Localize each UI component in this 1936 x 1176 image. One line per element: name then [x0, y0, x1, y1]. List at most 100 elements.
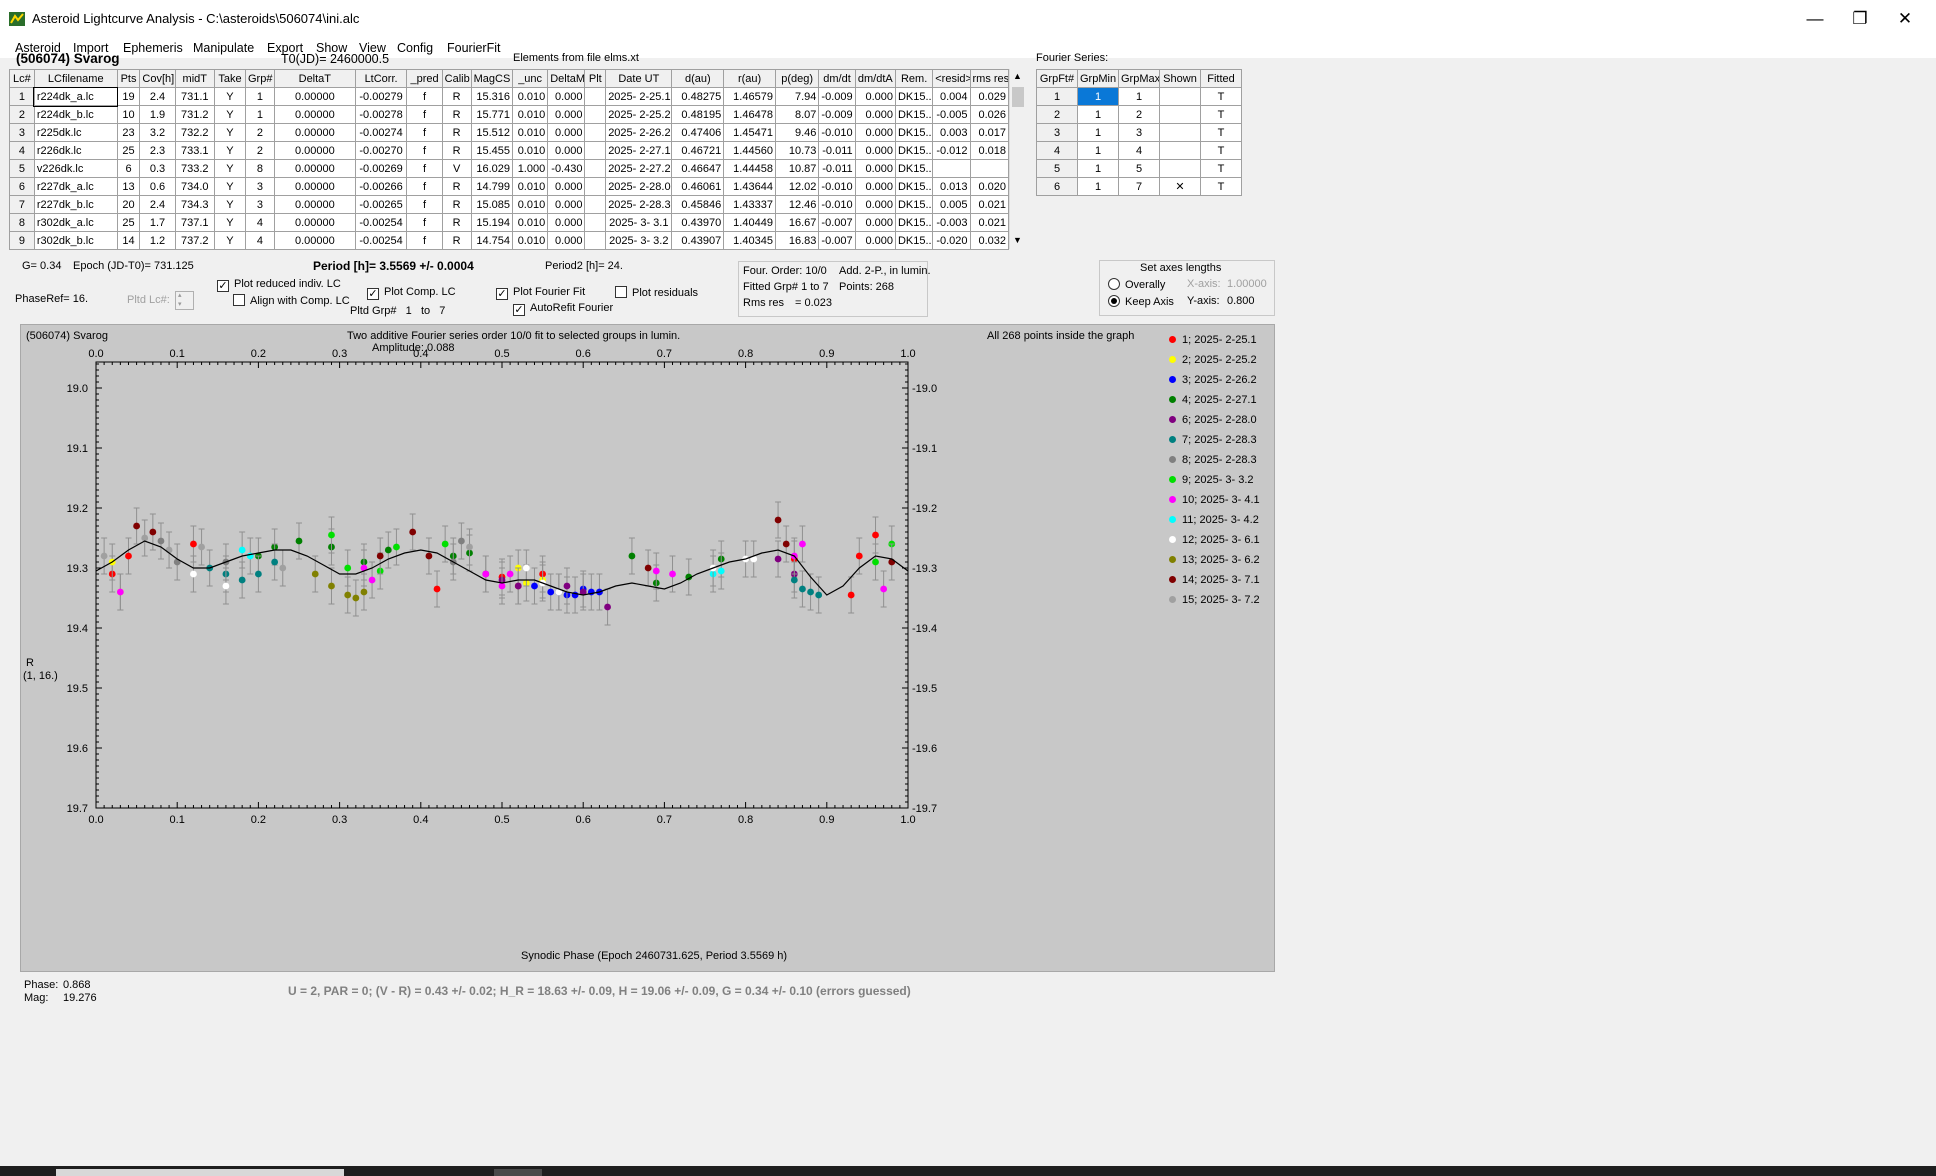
table-row[interactable]: 515 T	[1036, 159, 1242, 178]
lc-cell[interactable]: 14	[116, 231, 141, 250]
lc-cell[interactable]: 1.40345	[723, 231, 776, 250]
table-row[interactable]: 7 r227dk_b.lc 20 2.4 734.3 Y 3 0.00000 -0.00265 f…	[9, 195, 1010, 214]
lc-cell[interactable]: r227dk_b.lc	[33, 195, 118, 214]
lc-col-header[interactable]: r(au)	[723, 69, 776, 88]
lc-cell[interactable]: 2025- 3- 3.2	[605, 231, 673, 250]
fourier-cell[interactable]: 1	[1077, 105, 1119, 124]
lc-cell[interactable]: 0.000	[854, 159, 896, 178]
lc-cell[interactable]: 2.4	[139, 87, 176, 106]
lc-cell[interactable]: 10	[116, 105, 141, 124]
lc-cell[interactable]: r224dk_b.lc	[33, 105, 118, 124]
lc-cell[interactable]: 0.010	[512, 195, 549, 214]
fourier-cell[interactable]: T	[1200, 105, 1242, 124]
lc-cell[interactable]: 2025- 2-25.1	[605, 87, 673, 106]
lc-cell[interactable]: -0.020	[932, 231, 971, 250]
fourier-cell[interactable]: T	[1200, 177, 1242, 196]
lc-cell[interactable]: DK15..	[894, 105, 934, 124]
menu-manipulate[interactable]: Manipulate	[193, 41, 254, 55]
lc-cell[interactable]: -0.011	[818, 159, 856, 178]
lc-cell[interactable]: R	[441, 141, 472, 160]
lc-cell[interactable]: 10.73	[774, 141, 820, 160]
lc-cell[interactable]: f	[406, 159, 443, 178]
lc-cell[interactable]: 0.00000	[273, 177, 356, 196]
lc-cell[interactable]: r225dk.lc	[33, 123, 118, 142]
lc-col-header[interactable]: Lc#	[9, 69, 35, 88]
lc-cell[interactable]: 737.2	[174, 231, 215, 250]
lc-cell[interactable]: 0.010	[512, 177, 549, 196]
spin-down-icon[interactable]: ▾	[178, 300, 182, 308]
plot-reduced-checkbox[interactable]: ✓ Plot reduced indiv. LC	[217, 278, 341, 292]
checkbox-unchecked-icon[interactable]	[615, 286, 627, 298]
lc-cell[interactable]: Y	[213, 123, 246, 142]
menu-config[interactable]: Config	[397, 41, 433, 55]
fourier-cell[interactable]: 6	[1036, 177, 1078, 196]
fourier-col-header[interactable]: GrpMax	[1118, 69, 1160, 88]
lc-cell[interactable]: 0.47406	[671, 123, 725, 142]
fourier-cell[interactable]: 1	[1077, 177, 1119, 196]
fourier-col-header[interactable]: Shown	[1159, 69, 1201, 88]
fourier-col-header[interactable]: GrpMin	[1077, 69, 1119, 88]
fourier-cell[interactable]: 1	[1118, 87, 1160, 106]
lc-cell[interactable]: -0.00254	[354, 213, 408, 232]
lc-cell[interactable]: f	[406, 87, 443, 106]
lc-cell[interactable]: 0.46647	[671, 159, 725, 178]
lc-cell[interactable]: f	[406, 105, 443, 124]
lc-cell[interactable]: r302dk_b.lc	[33, 231, 118, 250]
lc-cell[interactable]: 1.7	[139, 213, 176, 232]
lc-cell[interactable]: 2025- 3- 3.1	[605, 213, 673, 232]
lc-cell[interactable]: DK15..	[894, 231, 934, 250]
lc-cell[interactable]: f	[406, 177, 443, 196]
lc-cell[interactable]: 0.46721	[671, 141, 725, 160]
lc-cell[interactable]: 15.512	[470, 123, 514, 142]
lc-cell[interactable]: f	[406, 231, 443, 250]
lc-col-header[interactable]: Rem.	[894, 69, 934, 88]
x-axis-value[interactable]: 1.00000	[1227, 278, 1267, 290]
lc-cell[interactable]: 1.46579	[723, 87, 776, 106]
lc-cell[interactable]: 731.2	[174, 105, 215, 124]
lc-cell[interactable]: -0.430	[547, 159, 586, 178]
lc-cell[interactable]: 15.085	[470, 195, 514, 214]
taskbar-search[interactable]	[56, 1169, 344, 1176]
lc-cell[interactable]: 0.00000	[273, 195, 356, 214]
lc-col-header[interactable]: _unc	[512, 69, 549, 88]
lc-cell[interactable]: 1.44560	[723, 141, 776, 160]
lc-col-header[interactable]: DeltaT	[273, 69, 356, 88]
lc-cell[interactable]	[969, 159, 1010, 178]
lc-cell[interactable]: -0.007	[818, 213, 856, 232]
lc-cell[interactable]: 0.00000	[273, 141, 356, 160]
lc-cell[interactable]: -0.011	[818, 141, 856, 160]
fourier-cell[interactable]: 5	[1118, 159, 1160, 178]
fourier-cell[interactable]	[1159, 141, 1201, 160]
lc-cell[interactable]: -0.007	[818, 231, 856, 250]
lc-cell[interactable]	[584, 141, 607, 160]
table-row[interactable]: 5 v226dk.lc 6 0.3 733.2 Y 8 0.00000 -0.00269 f V 16…	[9, 159, 1010, 178]
menu-fourierfit[interactable]: FourierFit	[447, 41, 500, 55]
fourier-cell[interactable]	[1159, 105, 1201, 124]
lc-col-header[interactable]: MagCS	[470, 69, 514, 88]
scroll-thumb[interactable]	[1012, 87, 1024, 107]
lc-cell[interactable]: 0.000	[854, 105, 896, 124]
table-row[interactable]: 1 r224dk_a.lc 19 2.4 731.1 Y 1 0.00000 -0.00279 f…	[9, 86, 1010, 107]
lc-cell[interactable]: 8	[244, 159, 275, 178]
lc-cell[interactable]: 1	[244, 105, 275, 124]
lc-cell[interactable]: 9	[9, 231, 35, 250]
lc-cell[interactable]: 0.000	[854, 177, 896, 196]
table-row[interactable]: 212 T	[1036, 105, 1242, 124]
lc-cell[interactable]: 2025- 2-27.2	[605, 159, 673, 178]
lc-cell[interactable]: 732.2	[174, 123, 215, 142]
lc-cell[interactable]: 6	[116, 159, 141, 178]
lc-cell[interactable]: 2	[244, 123, 275, 142]
lc-cell[interactable]: -0.00279	[354, 87, 408, 106]
lc-cell[interactable]: 1.40449	[723, 213, 776, 232]
lc-cell[interactable]: 6	[9, 177, 35, 196]
lc-cell[interactable]: 0.010	[512, 141, 549, 160]
lc-cell[interactable]: 15.316	[470, 87, 514, 106]
lc-cell[interactable]: Y	[213, 159, 246, 178]
overally-radio[interactable]: Overally	[1108, 278, 1165, 291]
lc-cell[interactable]: 0.000	[547, 195, 586, 214]
lc-cell[interactable]: 16.67	[774, 213, 820, 232]
lc-cell[interactable]: 3	[244, 195, 275, 214]
taskbar-app[interactable]	[494, 1169, 542, 1176]
lc-cell[interactable]: 4	[244, 213, 275, 232]
lc-cell[interactable]: 23	[116, 123, 141, 142]
